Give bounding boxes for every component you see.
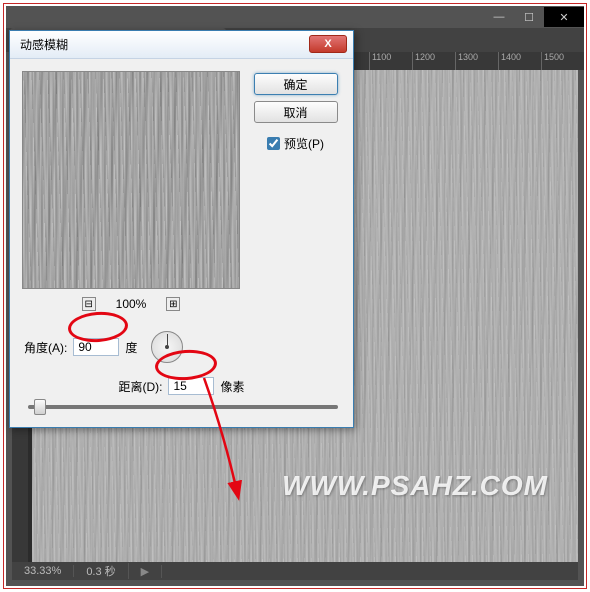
ruler-tick: 1200 xyxy=(412,52,455,70)
ruler-tick: 1400 xyxy=(498,52,541,70)
status-arrow-icon[interactable]: ▶ xyxy=(129,565,162,578)
angle-label: 角度(A): xyxy=(24,339,67,356)
distance-slider[interactable] xyxy=(28,405,338,409)
maximize-button[interactable]: ☐ xyxy=(514,7,544,27)
ruler-tick: 1100 xyxy=(369,52,412,70)
status-zoom[interactable]: 33.33% xyxy=(12,565,74,577)
distance-label: 距离(D): xyxy=(118,378,162,395)
ok-button[interactable]: 确定 xyxy=(254,73,338,95)
zoom-level-label: 100% xyxy=(116,297,147,311)
cancel-button[interactable]: 取消 xyxy=(254,101,338,123)
distance-unit-label: 像素 xyxy=(220,378,244,395)
dialog-title-label: 动感模糊 xyxy=(20,36,68,53)
angle-unit-label: 度 xyxy=(125,339,137,356)
close-icon: X xyxy=(324,38,331,50)
preview-checkbox-label: 预览(P) xyxy=(284,135,324,152)
distance-input[interactable] xyxy=(168,377,214,395)
dialog-close-button[interactable]: X xyxy=(309,35,347,53)
slider-thumb[interactable] xyxy=(34,399,46,415)
preview-thumbnail[interactable] xyxy=(22,71,240,289)
minimize-button[interactable]: — xyxy=(484,7,514,27)
angle-dial[interactable] xyxy=(151,331,183,363)
statusbar: 33.33% 0.3 秒 ▶ xyxy=(12,562,578,580)
status-timing: 0.3 秒 xyxy=(74,563,128,579)
ruler-tick: 1300 xyxy=(455,52,498,70)
watermark-text: WWW.PSAHZ.COM xyxy=(282,470,548,502)
dialog-titlebar[interactable]: 动感模糊 X xyxy=(10,31,353,59)
close-window-button[interactable]: ✕ xyxy=(544,7,584,27)
zoom-out-button[interactable]: ⊟ xyxy=(82,297,96,311)
zoom-in-button[interactable]: ⊞ xyxy=(166,297,180,311)
ruler-tick: 1500 xyxy=(541,52,584,70)
preview-checkbox[interactable] xyxy=(267,137,280,150)
angle-input[interactable] xyxy=(73,338,119,356)
titlebar: — ☐ ✕ xyxy=(6,6,584,28)
preview-checkbox-row[interactable]: 预览(P) xyxy=(267,135,324,152)
motion-blur-dialog: 动感模糊 X ⊟ 100% ⊞ 确定 取消 预览(P) 角度(A): 度 xyxy=(9,30,354,428)
